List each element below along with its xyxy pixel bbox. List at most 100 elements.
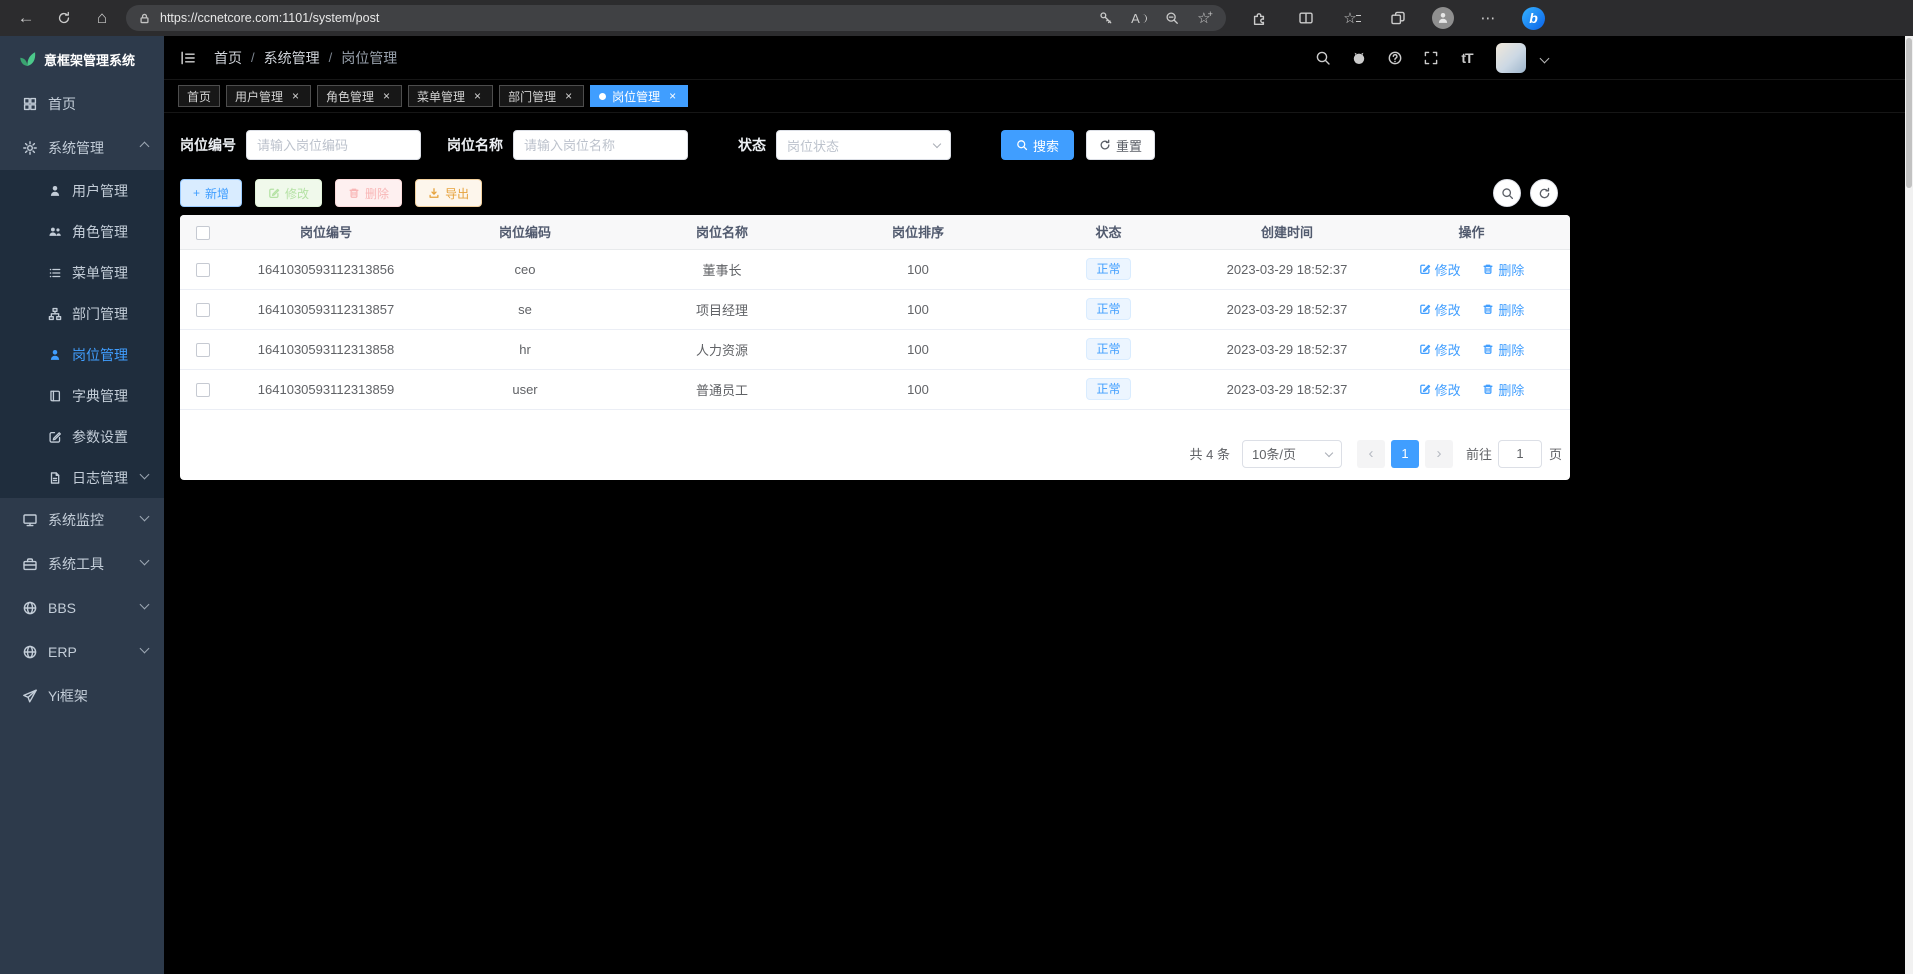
row-edit-label: 修改: [1435, 380, 1461, 399]
close-icon[interactable]: ×: [562, 90, 575, 103]
row-checkbox[interactable]: [196, 343, 210, 357]
select-all-checkbox[interactable]: [196, 226, 210, 240]
row-edit-label: 修改: [1435, 340, 1461, 359]
table-row: 1641030593112313857 se 项目经理 100 正常 2023-…: [180, 289, 1570, 329]
browser-nav: ← ⌂: [12, 4, 116, 32]
zoom-button[interactable]: [1161, 7, 1183, 29]
github-button[interactable]: [1347, 46, 1371, 70]
post-name-input[interactable]: [513, 130, 688, 160]
next-page-button[interactable]: ›: [1425, 440, 1453, 468]
row-edit-button[interactable]: 修改: [1419, 300, 1461, 319]
split-screen-button[interactable]: [1294, 6, 1318, 30]
show-search-button[interactable]: [1493, 179, 1521, 207]
sidebar-item-yi-framework[interactable]: Yi框架: [0, 674, 164, 718]
goto-label: 前往: [1466, 444, 1492, 463]
add-button-label: 新增: [205, 185, 229, 202]
fullscreen-button[interactable]: [1419, 46, 1443, 70]
row-checkbox[interactable]: [196, 263, 210, 277]
chevron-down-icon: [140, 600, 150, 610]
chevron-down-icon: [933, 140, 941, 148]
tab-role-management[interactable]: 角色管理 ×: [317, 85, 402, 107]
sidebar-item-department-management[interactable]: 部门管理: [0, 293, 164, 334]
extensions-button[interactable]: [1248, 6, 1272, 30]
close-icon[interactable]: ×: [471, 90, 484, 103]
add-button[interactable]: + 新增: [180, 179, 242, 207]
sidebar-item-bbs[interactable]: BBS: [0, 586, 164, 630]
goto-page-input[interactable]: [1498, 440, 1542, 468]
fold-menu-icon: [179, 49, 197, 67]
refresh-table-button[interactable]: [1530, 179, 1558, 207]
tab-label: 部门管理: [508, 88, 556, 105]
home-button[interactable]: ⌂: [88, 4, 116, 32]
close-icon[interactable]: ×: [289, 90, 302, 103]
scrollbar-thumb[interactable]: [1906, 38, 1912, 188]
row-delete-button[interactable]: 删除: [1482, 260, 1524, 279]
reset-button[interactable]: 重置: [1086, 130, 1155, 160]
status-select[interactable]: 岗位状态: [776, 130, 951, 160]
sidebar-item-parameter-settings[interactable]: 参数设置: [0, 416, 164, 457]
help-button[interactable]: [1383, 46, 1407, 70]
sidebar-item-post-management[interactable]: 岗位管理: [0, 334, 164, 375]
browser-menu-button[interactable]: ⋯: [1476, 6, 1500, 30]
close-icon[interactable]: ×: [666, 90, 679, 103]
user-avatar[interactable]: [1496, 43, 1526, 73]
cell-post-sort: 100: [820, 249, 1016, 289]
export-button[interactable]: 导出: [415, 179, 482, 207]
row-edit-button[interactable]: 修改: [1419, 340, 1461, 359]
tab-user-management[interactable]: 用户管理 ×: [226, 85, 311, 107]
post-badge-icon: [48, 348, 62, 362]
row-delete-button[interactable]: 删除: [1482, 300, 1524, 319]
toolbar-right: [1493, 179, 1558, 207]
prev-page-button[interactable]: ‹: [1357, 440, 1385, 468]
sidebar-item-system-management[interactable]: 系统管理: [0, 126, 164, 170]
header-search-button[interactable]: [1311, 46, 1335, 70]
page-1-button[interactable]: 1: [1391, 440, 1419, 468]
copilot-button[interactable]: b: [1522, 7, 1545, 30]
cell-post-code: se: [426, 289, 624, 329]
row-checkbox[interactable]: [196, 303, 210, 317]
tab-post-management[interactable]: 岗位管理 ×: [590, 85, 688, 107]
tab-department-management[interactable]: 部门管理 ×: [499, 85, 584, 107]
add-favorite-button[interactable]: ☆+: [1194, 7, 1216, 29]
sidebar-item-dictionary-management[interactable]: 字典管理: [0, 375, 164, 416]
address-bar[interactable]: https://ccnetcore.com:1101/system/post A…: [126, 5, 1226, 31]
password-key-button[interactable]: [1095, 7, 1117, 29]
row-checkbox[interactable]: [196, 383, 210, 397]
back-button[interactable]: ←: [12, 4, 40, 32]
tab-home[interactable]: 首页: [178, 85, 220, 107]
sidebar-item-log-management[interactable]: 日志管理: [0, 457, 164, 498]
sidebar-item-system-monitoring[interactable]: 系统监控: [0, 498, 164, 542]
table-card: 岗位编号 岗位编码 岗位名称 岗位排序 状态 创建时间 操作 164103059…: [180, 215, 1570, 480]
refresh-button[interactable]: [50, 4, 78, 32]
row-delete-button[interactable]: 删除: [1482, 340, 1524, 359]
breadcrumb-system-management[interactable]: 系统管理: [264, 48, 320, 68]
favorites-button[interactable]: ☆: [1340, 6, 1364, 30]
delete-button[interactable]: 删除: [335, 179, 402, 207]
read-aloud-button[interactable]: A: [1128, 7, 1150, 29]
lock-icon[interactable]: [138, 12, 151, 25]
page-size-select[interactable]: 10条/页: [1242, 440, 1342, 468]
collections-button[interactable]: [1386, 6, 1410, 30]
search-button[interactable]: 搜索: [1001, 130, 1074, 160]
sidebar-item-erp[interactable]: ERP: [0, 630, 164, 674]
post-code-input[interactable]: [246, 130, 421, 160]
filter-post-code: 岗位编号: [180, 130, 421, 160]
sidebar-item-role-management[interactable]: 角色管理: [0, 211, 164, 252]
row-edit-button[interactable]: 修改: [1419, 260, 1461, 279]
sidebar-item-user-management[interactable]: 用户管理: [0, 170, 164, 211]
tab-menu-management[interactable]: 菜单管理 ×: [408, 85, 493, 107]
status-badge: 正常: [1086, 378, 1130, 400]
breadcrumb-home[interactable]: 首页: [214, 48, 242, 68]
profile-button[interactable]: [1432, 7, 1454, 29]
cell-post-name: 项目经理: [624, 289, 820, 329]
row-delete-button[interactable]: 删除: [1482, 380, 1524, 399]
sidebar-item-home[interactable]: 首页: [0, 82, 164, 126]
brand-logo[interactable]: 意框架管理系统: [0, 36, 164, 82]
font-size-button[interactable]: tT: [1455, 46, 1479, 70]
close-icon[interactable]: ×: [380, 90, 393, 103]
sidebar-toggle-button[interactable]: [179, 49, 197, 67]
row-edit-button[interactable]: 修改: [1419, 380, 1461, 399]
sidebar-item-system-tools[interactable]: 系统工具: [0, 542, 164, 586]
edit-button[interactable]: 修改: [255, 179, 322, 207]
sidebar-item-menu-management[interactable]: 菜单管理: [0, 252, 164, 293]
